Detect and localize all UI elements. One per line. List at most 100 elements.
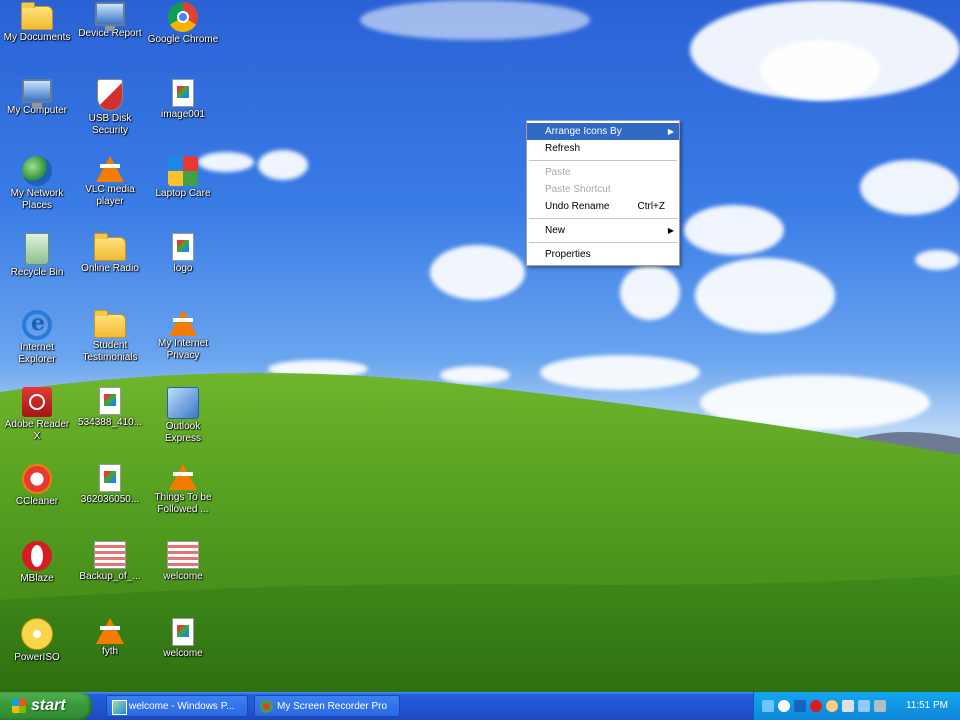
menu-item-label: Refresh	[545, 143, 581, 154]
tray-chat-icon[interactable]	[826, 700, 838, 712]
desktop-icon[interactable]: Recycle Bin	[0, 231, 74, 303]
tray-security-icon[interactable]	[794, 700, 806, 712]
desktop-icon-label: fyth	[101, 646, 119, 657]
desktop-icon[interactable]: Internet Explorer	[0, 308, 74, 380]
desktop-icon-label: VLC media player	[85, 184, 135, 207]
desktop[interactable]: My Documents Device Report Google Chrome My…	[0, 0, 960, 692]
computer-icon	[22, 79, 52, 108]
desktop-icon-label: 534388_410...	[78, 417, 142, 428]
menu-item-refresh[interactable]: Refresh	[527, 140, 679, 157]
desktop-icon[interactable]: MBlaze	[0, 539, 74, 611]
system-tray: 11:51 PM	[753, 692, 960, 720]
taskbar-button-welcome[interactable]: welcome - Windows P...	[106, 695, 248, 717]
desktop-icon-label: image001	[161, 109, 205, 120]
menu-item-shortcut: Ctrl+Z	[637, 201, 666, 212]
desktop-icon[interactable]: Adobe Reader X	[0, 385, 74, 457]
tray-opera-icon[interactable]	[810, 700, 822, 712]
vlc-icon	[169, 310, 197, 336]
menu-item-paste-shortcut: Paste Shortcut	[527, 181, 679, 198]
desktop-icon[interactable]: Things To be Followed ...	[146, 462, 220, 534]
desktop-icon[interactable]: CCleaner	[0, 462, 74, 534]
vlc-icon	[96, 156, 124, 182]
vlc-icon	[96, 618, 124, 644]
image-file-icon	[172, 233, 194, 261]
desktop-icon-label: My Network Places	[10, 188, 64, 211]
desktop-icon-label: Google Chrome	[147, 34, 219, 45]
tray-volume-icon[interactable]	[842, 700, 854, 712]
desktop-icon[interactable]: 362036050...	[73, 462, 147, 534]
desktop-icon[interactable]: My Internet Privacy	[146, 308, 220, 380]
desktop-icon-label: My Internet Privacy	[157, 338, 209, 361]
desktop-icon[interactable]: My Documents	[0, 0, 74, 72]
desktop-icon[interactable]: Device Report	[73, 0, 147, 72]
menu-item-properties[interactable]: Properties	[527, 246, 679, 263]
desktop-icon[interactable]: logo	[146, 231, 220, 303]
task-label: welcome - Windows P...	[129, 701, 235, 712]
image-file-icon	[172, 618, 194, 646]
desktop-icon[interactable]: My Computer	[0, 77, 74, 149]
tray-network-icon[interactable]	[762, 700, 774, 712]
desktop-context-menu: Arrange Icons By ▶ Refresh Paste Paste Short…	[526, 120, 680, 266]
laptop-care-icon	[168, 156, 198, 186]
folder-icon	[94, 310, 126, 338]
adobe-reader-icon	[22, 387, 52, 417]
task-label: My Screen Recorder Pro	[277, 701, 388, 712]
submenu-arrow-icon: ▶	[667, 226, 674, 235]
disc-icon	[21, 618, 53, 650]
menu-item-undo-rename[interactable]: Undo Rename Ctrl+Z	[527, 198, 679, 215]
desktop-icon[interactable]: USB Disk Security	[73, 77, 147, 149]
desktop-icon-label: My Documents	[3, 32, 71, 43]
tray-monitor-icon[interactable]	[858, 700, 870, 712]
tray-battery-icon[interactable]	[874, 700, 886, 712]
network-icon	[22, 156, 52, 186]
desktop-icon[interactable]: welcome	[146, 616, 220, 688]
menu-item-label: Paste Shortcut	[545, 184, 611, 195]
chrome-icon	[168, 2, 198, 32]
desktop-icon[interactable]: Online Radio	[73, 231, 147, 303]
menu-item-label: Arrange Icons By	[545, 126, 622, 137]
folder-icon	[21, 2, 53, 30]
taskbar-button-screen-recorder[interactable]: My Screen Recorder Pro	[254, 695, 400, 717]
windows-flag-icon	[12, 699, 26, 713]
desktop-icon-label: Adobe Reader X	[4, 419, 70, 442]
desktop-icon[interactable]: VLC media player	[73, 154, 147, 226]
desktop-icon-label: Outlook Express	[164, 421, 202, 444]
start-label: start	[31, 697, 66, 714]
desktop-icon-label: logo	[173, 263, 193, 274]
taskbar: start welcome - Windows P... My Screen R…	[0, 692, 960, 720]
desktop-icon[interactable]: fyth	[73, 616, 147, 688]
shield-icon	[97, 79, 123, 111]
menu-item-paste: Paste	[527, 164, 679, 181]
desktop-icon-label: Student Testimonials	[82, 340, 138, 363]
image-file-icon	[99, 464, 121, 492]
desktop-icon-label: Laptop Care	[155, 188, 211, 199]
menu-separator	[529, 218, 677, 219]
desktop-icon[interactable]: Outlook Express	[146, 385, 220, 457]
desktop-icon[interactable]: Student Testimonials	[73, 308, 147, 380]
desktop-icon-label: Online Radio	[81, 263, 139, 274]
desktop-icon[interactable]: 534388_410...	[73, 385, 147, 457]
desktop-icon-label: welcome	[163, 571, 203, 582]
menu-item-label: Undo Rename	[545, 201, 610, 212]
desktop-icon[interactable]: welcome	[146, 539, 220, 611]
desktop-icon-label: USB Disk Security	[88, 113, 132, 136]
desktop-icon[interactable]: Backup_of_...	[73, 539, 147, 611]
desktop-icon[interactable]: image001	[146, 77, 220, 149]
desktop-icon-label: Internet Explorer	[18, 342, 56, 365]
desktop-icon-label: Recycle Bin	[10, 267, 64, 278]
document-icon	[94, 541, 126, 569]
ccleaner-icon	[22, 464, 52, 494]
desktop-icon[interactable]: PowerISO	[0, 616, 74, 688]
tray-info-icon[interactable]	[778, 700, 790, 712]
image-file-icon	[172, 79, 194, 107]
desktop-icon-label: Backup_of_...	[79, 571, 141, 582]
submenu-arrow-icon: ▶	[667, 127, 674, 136]
menu-item-label: Paste	[545, 167, 571, 178]
desktop-icon[interactable]: Google Chrome	[146, 0, 220, 72]
menu-item-new[interactable]: New ▶	[527, 222, 679, 239]
menu-item-arrange-icons-by[interactable]: Arrange Icons By ▶	[527, 123, 679, 140]
desktop-icon[interactable]: My Network Places	[0, 154, 74, 226]
start-button[interactable]: start	[0, 692, 92, 720]
desktop-icon[interactable]: Laptop Care	[146, 154, 220, 226]
menu-separator	[529, 242, 677, 243]
